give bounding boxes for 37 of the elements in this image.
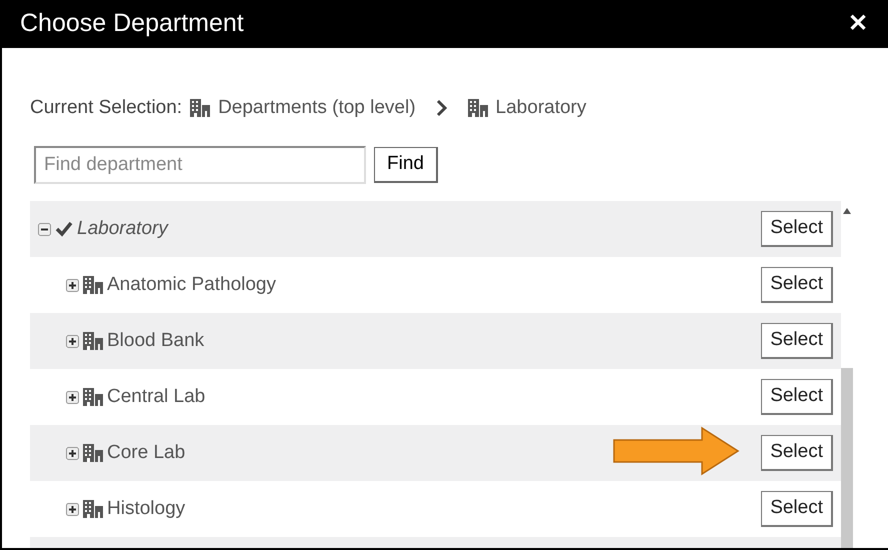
breadcrumb-item[interactable]: Departments (top level) [218, 94, 416, 122]
close-button[interactable]: ✕ [848, 12, 868, 36]
search-field[interactable]: Find department [34, 146, 366, 184]
department-name[interactable]: Histology [107, 494, 186, 524]
expand-icon[interactable] [66, 446, 79, 460]
breadcrumb-item[interactable]: Laboratory [496, 94, 586, 122]
building-icon [190, 99, 210, 117]
building-icon [83, 444, 103, 462]
tree-row[interactable]: Core Lab Select [30, 425, 841, 481]
department-name[interactable]: Anatomic Pathology [107, 270, 276, 300]
scroll-up-icon[interactable] [843, 208, 851, 214]
select-button[interactable]: Select [761, 491, 833, 527]
building-icon [83, 332, 103, 350]
collapse-icon[interactable] [38, 222, 51, 236]
department-name[interactable]: Central Lab [107, 382, 206, 412]
department-name[interactable]: Blood Bank [107, 326, 204, 356]
department-name[interactable]: Core Lab [107, 438, 186, 468]
building-icon [83, 276, 103, 294]
find-button[interactable]: Find [374, 147, 438, 183]
building-icon [83, 500, 103, 518]
current-selection-label: Current Selection: [30, 96, 182, 120]
expand-icon[interactable] [66, 278, 79, 292]
department-name[interactable]: Laboratory [77, 214, 168, 244]
select-button[interactable]: Select [761, 267, 833, 303]
select-button[interactable]: Select [761, 323, 833, 359]
chevron-right-icon [436, 99, 448, 117]
expand-icon[interactable] [66, 390, 79, 404]
expand-icon[interactable] [66, 502, 79, 516]
tree-row[interactable]: Blood Bank Select [30, 313, 841, 369]
building-icon [468, 99, 488, 117]
select-button[interactable]: Select [761, 435, 833, 471]
dialog-title: Choose Department [20, 8, 244, 40]
tree-row[interactable]: Laboratory Select [30, 201, 841, 257]
building-icon [83, 388, 103, 406]
select-button[interactable]: Select [761, 211, 833, 247]
select-button[interactable]: Select [761, 379, 833, 415]
expand-icon[interactable] [66, 334, 79, 348]
